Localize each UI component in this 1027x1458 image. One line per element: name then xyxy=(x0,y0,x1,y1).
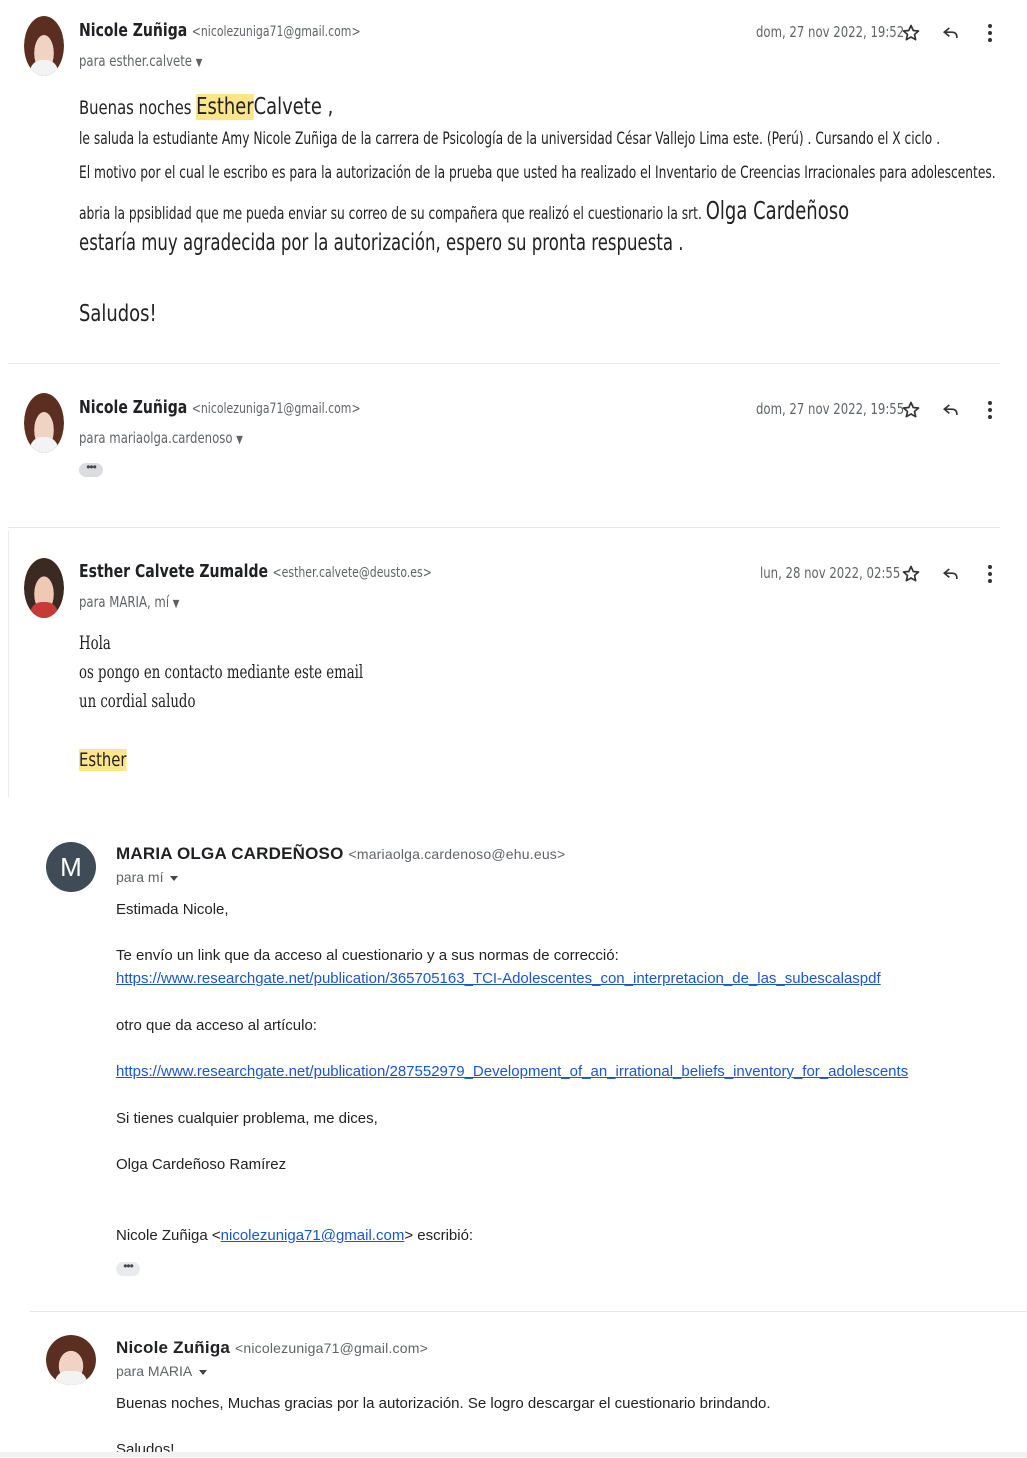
avatar[interactable]: M xyxy=(46,842,96,892)
body-line-4: estaría muy agradecida por la autorizaci… xyxy=(79,230,684,256)
recipient-label: para mariaolga.cardenoso xyxy=(79,429,233,447)
avatar[interactable] xyxy=(24,558,64,618)
other-text: otro que da acceso al artículo: xyxy=(116,1017,317,1034)
avatar[interactable] xyxy=(24,393,64,453)
chevron-down-icon: ▼ xyxy=(172,597,180,610)
body-line-2: El motivo por el cual le escribo es para… xyxy=(79,163,996,183)
reply-icon[interactable] xyxy=(940,399,962,421)
body-line-3: un cordial saludo xyxy=(79,690,196,712)
avatar[interactable] xyxy=(46,1335,96,1385)
quote-suffix: > escribió: xyxy=(404,1227,474,1244)
show-trimmed-content-button[interactable]: ••• xyxy=(116,1260,140,1276)
sender-name: MARIA OLGA CARDEÑOSO xyxy=(116,844,344,863)
chevron-down-icon: ▼ xyxy=(236,433,243,446)
chevron-down-icon: ▼ xyxy=(195,56,203,69)
greeting-line: Buenas noches EstherCalvete , xyxy=(79,94,333,120)
body-line-2: os pongo en contacto mediante este email xyxy=(79,661,364,683)
divider xyxy=(8,363,1000,364)
divider xyxy=(8,530,9,798)
sender-email: <nicolezuniga71@gmail.com> xyxy=(191,24,361,40)
sender-header: Nicole Zuñiga <nicolezuniga71@gmail.com> xyxy=(116,1338,428,1358)
body-line-1: Hola xyxy=(79,632,111,654)
body-line-3-name: Olga Cardeñoso xyxy=(705,196,850,225)
recipient-dropdown[interactable]: para mí xyxy=(116,869,179,885)
questionnaire-link[interactable]: https://www.researchgate.net/publication… xyxy=(116,970,881,987)
signature: Olga Cardeñoso Ramírez xyxy=(116,1156,287,1173)
sender-email: <nicolezuniga71@gmail.com> xyxy=(191,401,361,417)
sender-name: Esther Calvete Zumalde xyxy=(79,561,269,582)
message-date: dom, 27 nov 2022, 19:55 xyxy=(756,400,905,418)
recipient-dropdown[interactable]: para mariaolga.cardenoso ▼ xyxy=(79,429,243,447)
reply-icon[interactable] xyxy=(940,22,962,44)
divider xyxy=(30,1311,1027,1312)
reply-icon[interactable] xyxy=(940,563,962,585)
show-trimmed-content-button[interactable]: ••• xyxy=(79,461,103,477)
sender-name: Nicole Zuñiga xyxy=(116,1338,231,1357)
more-vert-icon[interactable] xyxy=(979,399,1001,421)
star-icon[interactable] xyxy=(900,22,922,44)
highlighted-name: Esther xyxy=(196,94,254,120)
recipient-label: para esther.calvete xyxy=(79,52,193,70)
recipient-label: para mí xyxy=(116,869,164,885)
body-line-3: abria la ppsiblidad que me pueda enviar … xyxy=(79,196,849,225)
intro-text: Te envío un link que da acceso al cuesti… xyxy=(116,947,619,964)
sender-email: <esther.calvete@deusto.es> xyxy=(272,565,432,581)
chevron-down-icon xyxy=(170,875,179,881)
body-text: Buenas noches, Muchas gracias por la aut… xyxy=(116,1395,771,1412)
recipient-dropdown[interactable]: para esther.calvete ▼ xyxy=(79,52,202,70)
article-link[interactable]: https://www.researchgate.net/publication… xyxy=(116,1063,908,1080)
more-vert-icon[interactable] xyxy=(979,563,1001,585)
body-closing: Saludos! xyxy=(79,301,157,327)
signature: Esther xyxy=(79,749,127,771)
more-vert-icon[interactable] xyxy=(979,22,1001,44)
star-icon[interactable] xyxy=(900,563,922,585)
sender-email: <mariaolga.cardenoso@ehu.eus> xyxy=(348,846,566,862)
body-line-3-text: abria la ppsiblidad que me pueda enviar … xyxy=(79,204,702,224)
divider xyxy=(8,527,1000,528)
greeting-surname: Calvete , xyxy=(253,94,334,120)
recipient-dropdown[interactable]: para MARIA, mí ▼ xyxy=(79,593,179,611)
body-line-1: le saluda la estudiante Amy Nicole Zuñig… xyxy=(79,129,941,149)
quote-email-link[interactable]: nicolezuniga71@gmail.com xyxy=(221,1227,405,1244)
recipient-label: para MARIA, mí xyxy=(79,593,170,611)
sender-header: MARIA OLGA CARDEÑOSO <mariaolga.cardenos… xyxy=(116,844,565,864)
bottom-fade xyxy=(0,1452,1027,1457)
greeting-prefix: Buenas noches xyxy=(79,97,192,119)
quote-prefix: Nicole Zuñiga < xyxy=(116,1227,221,1244)
message-date: lun, 28 nov 2022, 02:55 xyxy=(760,564,901,582)
quote-header: Nicole Zuñiga <nicolezuniga71@gmail.com>… xyxy=(116,1227,473,1244)
recipient-dropdown[interactable]: para MARIA xyxy=(116,1363,208,1379)
sender-email: <nicolezuniga71@gmail.com> xyxy=(235,1340,428,1356)
sender-name: Nicole Zuñiga xyxy=(79,397,188,418)
recipient-label: para MARIA xyxy=(116,1363,193,1379)
avatar[interactable] xyxy=(24,16,64,76)
star-icon[interactable] xyxy=(900,399,922,421)
sender-name: Nicole Zuñiga xyxy=(79,20,188,41)
chevron-down-icon xyxy=(199,1369,208,1375)
greeting: Estimada Nicole, xyxy=(116,901,229,918)
message-date: dom, 27 nov 2022, 19:52 xyxy=(756,23,905,41)
problem-text: Si tienes cualquier problema, me dices, xyxy=(116,1110,378,1127)
